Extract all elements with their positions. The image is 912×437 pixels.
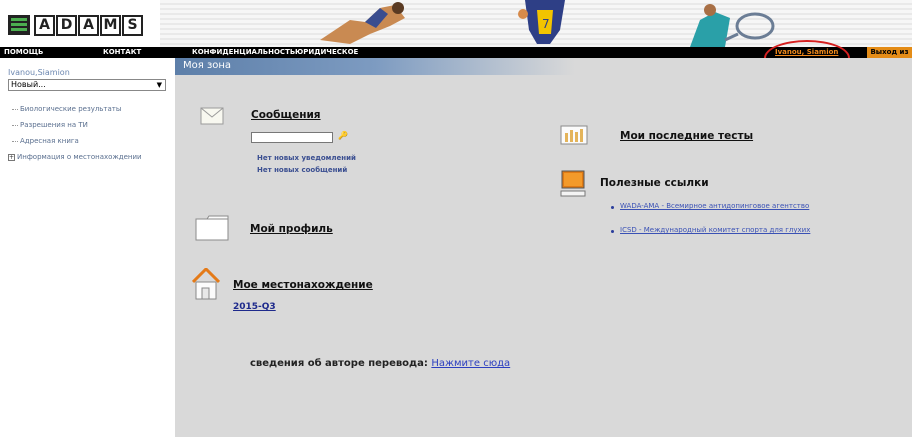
messages-title[interactable]: Сообщения <box>251 109 321 121</box>
nav-help-link[interactable]: ПОМОЩЬ <box>4 47 43 58</box>
app-header: A D A M S 7 <box>0 0 912 47</box>
nav-legal-link[interactable]: ЮРИДИЧЕСКОЕ <box>295 47 358 58</box>
nav-privacy-link[interactable]: КОНФИДЕНЦИАЛЬНОСТЬ <box>192 47 295 58</box>
house-icon[interactable] <box>192 268 220 300</box>
sidebar-menu: Биологические результаты Разрешения на Т… <box>8 104 142 168</box>
logo-letter: A <box>78 14 99 36</box>
sidebar-item-address-book[interactable]: Адресная книга <box>10 136 142 146</box>
zone-header-bar: Моя зона <box>175 58 575 75</box>
folder-icon[interactable] <box>195 215 229 241</box>
envelope-icon[interactable] <box>200 107 224 125</box>
sidebar-item-label: Информация о местонахождении <box>17 153 142 161</box>
my-profile-link[interactable]: Мой профиль <box>250 223 333 235</box>
sidebar-item-whereabouts[interactable]: + Информация о местонахождении <box>6 152 142 162</box>
adams-logo[interactable]: A D A M S <box>8 14 143 36</box>
logo-text: A D A M S <box>34 14 143 36</box>
useful-links-title: Полезные ссылки <box>600 177 709 189</box>
new-item-select[interactable]: Новый... ▼ <box>8 79 166 91</box>
no-notifications-link[interactable]: Нет новых уведомлений <box>257 154 356 162</box>
chart-folder-icon[interactable] <box>560 123 588 145</box>
select-value: Новый... <box>11 80 46 89</box>
sidebar-item-bio-results[interactable]: Биологические результаты <box>10 104 142 114</box>
logo-letter: M <box>100 14 121 36</box>
svg-text:7: 7 <box>542 17 550 31</box>
logo-mark-icon <box>8 15 30 35</box>
bullet <box>611 206 614 209</box>
sidebar: Ivanou,Siamion Новый... ▼ Биологические … <box>0 58 175 437</box>
main-content: Моя зона Сообщения 🔑 Нет новых уведомлен… <box>175 58 912 437</box>
click-here-link[interactable]: Нажмите сюда <box>431 358 510 369</box>
icsd-link[interactable]: ICSD - Международный комитет спорта для … <box>620 226 810 234</box>
quarter-link[interactable]: 2015-Q3 <box>233 302 276 312</box>
logo-letter: S <box>122 14 143 36</box>
messages-search-input[interactable] <box>251 132 333 143</box>
sidebar-item-tue[interactable]: Разрешения на ТИ <box>10 120 142 130</box>
translator-label: сведения об авторе перевода: <box>250 358 428 369</box>
nav-contact-link[interactable]: КОНТАКТ <box>103 47 141 58</box>
my-whereabouts-link[interactable]: Мое местонахождение <box>233 279 373 291</box>
athlete-tennis-image <box>690 4 775 47</box>
my-recent-tests-link[interactable]: Мои последние тесты <box>620 130 753 142</box>
athlete-runner-image <box>320 2 405 44</box>
wada-link[interactable]: WADA-AMA - Всемирное антидопинговое аген… <box>620 202 809 210</box>
no-messages-link[interactable]: Нет новых сообщений <box>257 166 347 174</box>
logo-letter: D <box>56 14 77 36</box>
logout-button[interactable]: Выход из <box>867 47 912 58</box>
translator-info: сведения об авторе перевода: Нажмите сюд… <box>250 358 510 369</box>
sidebar-user-name: Ivanou,Siamion <box>8 68 70 77</box>
key-icon[interactable]: 🔑 <box>338 131 348 140</box>
page-title: Моя зона <box>183 60 232 71</box>
expand-plus-icon[interactable]: + <box>8 153 15 161</box>
computer-icon <box>560 170 586 197</box>
bullet <box>611 230 614 233</box>
athlete-player-image: 7 <box>518 0 565 44</box>
dropdown-arrow-icon: ▼ <box>156 81 162 89</box>
logo-letter: A <box>34 14 55 36</box>
